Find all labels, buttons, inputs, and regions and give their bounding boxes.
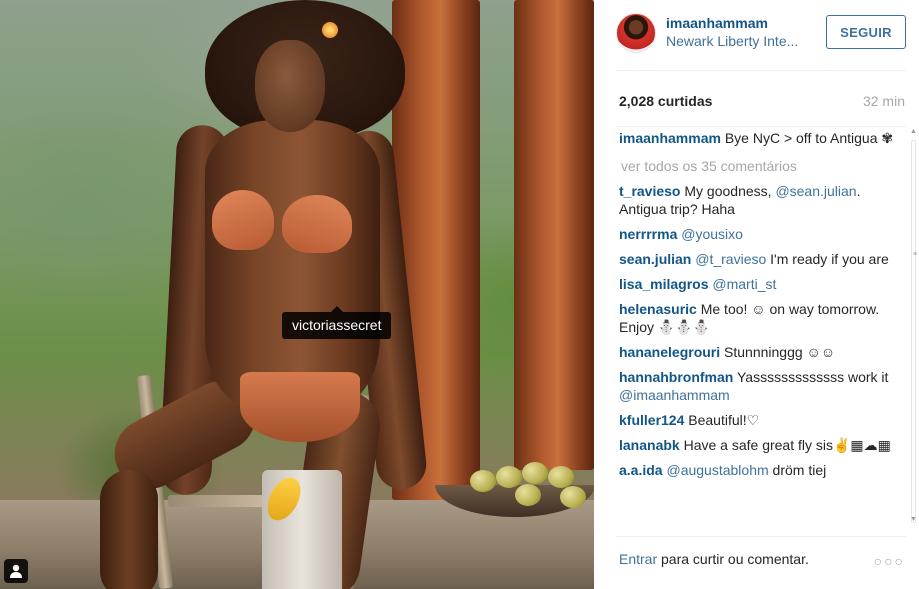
comment: hannahbronfman Yasssssssssssss work it @… — [619, 368, 901, 404]
photo-figure-head — [255, 40, 325, 132]
photo-fruit — [515, 484, 541, 506]
comment: lisa_milagros @marti_st — [619, 275, 901, 293]
photo-swimsuit-top — [212, 190, 274, 250]
photo-pillar — [514, 0, 594, 470]
comment-text: Have a safe great fly sis✌▦☁▦ — [683, 437, 891, 453]
more-options-icon[interactable]: ○○○ — [874, 553, 905, 569]
comment-username[interactable]: kfuller124 — [619, 412, 684, 428]
comment-text: Beautiful!♡ — [688, 412, 760, 428]
post-location[interactable]: Newark Liberty Inte... — [666, 33, 811, 49]
comment-username[interactable]: hananelegrouri — [619, 344, 720, 360]
photo-fruit — [470, 470, 496, 492]
user-tag-button[interactable] — [4, 559, 28, 583]
post-side-panel: imaanhammam Newark Liberty Inte... SEGUI… — [594, 0, 919, 589]
comment: lananabk Have a safe great fly sis✌▦☁▦ — [619, 436, 901, 454]
comment-text: I'm ready if you are — [766, 251, 889, 267]
comment-mention[interactable]: @t_ravieso — [695, 251, 766, 267]
comment-mention[interactable]: @augustablohm — [666, 462, 768, 478]
comment-text: Yasssssssssssss work it — [736, 369, 889, 385]
comment-mention[interactable]: @yousixo — [681, 226, 743, 242]
comments-section[interactable]: imaanhammam Bye NyC > off to Antigua ✾ v… — [594, 126, 903, 526]
comment-username[interactable]: lananabk — [619, 437, 680, 453]
comment: sean.julian @t_ravieso I'm ready if you … — [619, 250, 901, 268]
login-link[interactable]: Entrar — [619, 551, 657, 567]
photo-fruit — [548, 466, 574, 488]
product-tag[interactable]: victoriassecret — [282, 306, 392, 339]
scroll-up-arrow-icon[interactable]: ▲ — [910, 128, 917, 136]
photo-fruit — [560, 486, 586, 508]
caption-text: Bye NyC > off to Antigua ✾ — [724, 130, 894, 146]
avatar[interactable] — [616, 13, 656, 53]
photo-fruit — [496, 466, 522, 488]
divider — [616, 70, 906, 71]
login-prompt: Entrar para curtir ou comentar. — [619, 551, 809, 567]
comment-username[interactable]: nerrrrma — [619, 226, 677, 242]
comment-username[interactable]: t_ravieso — [619, 183, 680, 199]
photo-swimsuit-bottom — [240, 372, 360, 442]
view-all-comments-link[interactable]: ver todos os 35 comentários — [621, 157, 901, 175]
photo-fruit — [522, 462, 548, 484]
caption-username[interactable]: imaanhammam — [619, 130, 721, 146]
comment: nerrrrma @yousixo — [619, 225, 901, 243]
likes-count[interactable]: 2,028 curtidas — [619, 93, 712, 109]
comment: helenasuric Me too! ☺ on way tomorrow. E… — [619, 300, 901, 336]
comment-mention[interactable]: @imaanhammam — [619, 387, 730, 403]
scroll-down-arrow-icon[interactable]: ▼ — [910, 516, 917, 524]
comment: hananelegrouri Stunnninggg ☺☺ — [619, 343, 901, 361]
comment-username[interactable]: lisa_milagros — [619, 276, 709, 292]
photo-swimsuit-top — [282, 195, 352, 253]
divider — [616, 536, 906, 537]
comments-list: imaanhammam Bye NyC > off to Antigua ✾ v… — [619, 129, 901, 486]
comment-username[interactable]: hannahbronfman — [619, 369, 733, 385]
scroll-thumb[interactable]: ≡ — [911, 140, 918, 523]
post-time[interactable]: 32 min — [863, 93, 905, 109]
photo-flower — [322, 22, 338, 38]
comments-scrollbar[interactable]: ▲ ≡ ▼ — [909, 126, 918, 526]
comment-mention[interactable]: @sean.julian — [775, 183, 856, 199]
person-icon — [10, 564, 22, 578]
comment: t_ravieso My goodness, @sean.julian. Ant… — [619, 182, 901, 218]
comment: a.a.ida @augustablohm dröm tiej — [619, 461, 901, 479]
comment-text: dröm tiej — [768, 462, 827, 478]
follow-button[interactable]: SEGUIR — [826, 15, 906, 49]
scroll-grip-icon: ≡ — [913, 251, 918, 258]
photo-figure-leg — [100, 470, 158, 589]
comment-text: Stunnninggg ☺☺ — [724, 344, 836, 360]
comment-username[interactable]: a.a.ida — [619, 462, 663, 478]
post-header: imaanhammam Newark Liberty Inte... SEGUI… — [616, 11, 906, 55]
caption: imaanhammam Bye NyC > off to Antigua ✾ — [619, 129, 901, 147]
comment: kfuller124 Beautiful!♡ — [619, 411, 901, 429]
post-photo[interactable]: victoriassecret — [0, 0, 594, 589]
comment-mention[interactable]: @marti_st — [712, 276, 776, 292]
login-prompt-text: para curtir ou comentar. — [657, 551, 809, 567]
comment-username[interactable]: helenasuric — [619, 301, 697, 317]
post-username[interactable]: imaanhammam — [666, 15, 768, 31]
comment-username[interactable]: sean.julian — [619, 251, 691, 267]
comment-text: My goodness, — [684, 183, 776, 199]
photo-figure-torso — [205, 120, 380, 410]
